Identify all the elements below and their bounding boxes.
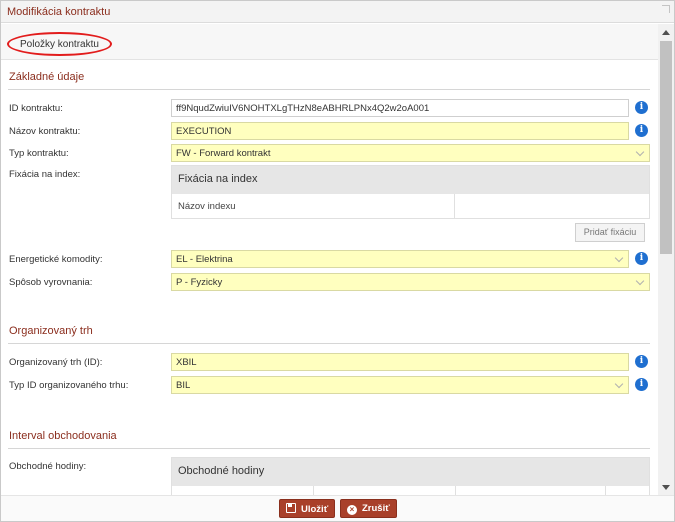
close-icon: × <box>347 505 357 515</box>
market-type-label: Typ ID organizovaného trhu: <box>9 380 129 391</box>
info-icon[interactable]: i <box>635 124 648 137</box>
grid-column-header[interactable] <box>456 486 606 495</box>
settlement-select[interactable]: P - Fyzicky <box>171 273 650 291</box>
trading-hours-grid-title: Obchodné hodiny <box>172 458 649 485</box>
commodities-select[interactable]: EL - Elektrina <box>171 250 629 268</box>
contract-name-label: Názov kontraktu: <box>9 126 81 137</box>
settlement-value: P - Fyzicky <box>176 277 223 288</box>
grid-column-header[interactable] <box>172 486 314 495</box>
trading-hours-grid: Obchodné hodiny <box>171 457 650 495</box>
save-button[interactable]: Uložiť <box>279 499 336 518</box>
section-divider <box>8 448 650 449</box>
contract-type-label: Typ kontraktu: <box>9 148 69 159</box>
info-icon[interactable]: i <box>635 378 648 391</box>
chevron-down-icon <box>635 147 645 157</box>
column-header-index-name[interactable]: Názov indexu <box>172 194 455 219</box>
index-fixation-label: Fixácia na index: <box>9 169 81 180</box>
dialog-content: Základné údaje ID kontraktu: ff9NqudZwiu… <box>1 61 658 495</box>
trading-hours-label: Obchodné hodiny: <box>9 461 87 472</box>
settlement-label: Spôsob vyrovnania: <box>9 277 93 288</box>
info-icon[interactable]: i <box>635 252 648 265</box>
contract-id-field[interactable]: ff9NqudZwiuIV6NOHTXLgTHzN8eABHRLPNx4Q2w2… <box>171 99 629 117</box>
tabs-bar: Položky kontraktu <box>1 24 658 60</box>
section-divider <box>8 89 650 90</box>
dialog-title-bar[interactable]: Modifikácia kontraktu <box>1 1 674 23</box>
dialog-title: Modifikácia kontraktu <box>7 6 111 18</box>
section-title-interval: Interval obchodovania <box>9 430 117 442</box>
contract-name-field[interactable]: EXECUTION <box>171 122 629 140</box>
market-id-field[interactable]: XBIL <box>171 353 629 371</box>
index-grid-title: Fixácia na index <box>172 166 649 193</box>
resize-icon[interactable] <box>662 5 670 13</box>
save-icon <box>286 503 296 513</box>
grid-column-header[interactable] <box>314 486 456 495</box>
market-type-select[interactable]: BIL <box>171 376 629 394</box>
grid-header-row: Názov indexu <box>172 193 649 219</box>
info-icon[interactable]: i <box>635 101 648 114</box>
market-type-value: BIL <box>176 380 191 391</box>
tab-contract-items[interactable]: Položky kontraktu <box>7 32 112 56</box>
scrollbar-thumb[interactable] <box>660 41 672 254</box>
contract-id-label: ID kontraktu: <box>9 103 63 114</box>
grid-header-row <box>172 485 649 495</box>
scroll-down-icon[interactable] <box>662 485 670 490</box>
cancel-button[interactable]: × Zrušiť <box>340 499 397 518</box>
chevron-down-icon <box>614 253 624 263</box>
chevron-down-icon <box>635 276 645 286</box>
info-icon[interactable]: i <box>635 355 648 368</box>
commodities-value: EL - Elektrina <box>176 254 233 265</box>
add-fixation-button[interactable]: Pridať fixáciu <box>575 223 645 242</box>
vertical-scrollbar[interactable] <box>658 24 674 495</box>
section-title-market: Organizovaný trh <box>9 325 93 337</box>
cancel-button-label: Zrušiť <box>362 503 390 514</box>
dialog-footer: Uložiť × Zrušiť <box>1 495 674 521</box>
contract-type-value: FW - Forward kontrakt <box>176 148 271 159</box>
contract-type-select[interactable]: FW - Forward kontrakt <box>171 144 650 162</box>
scroll-up-icon[interactable] <box>662 30 670 35</box>
save-button-label: Uložiť <box>301 504 329 515</box>
market-id-label: Organizovaný trh (ID): <box>9 357 103 368</box>
index-fixation-grid: Fixácia na index Názov indexu <box>171 165 650 219</box>
section-divider <box>8 343 650 344</box>
chevron-down-icon <box>614 379 624 389</box>
section-title-basic: Základné údaje <box>9 71 85 83</box>
contract-dialog: Modifikácia kontraktu Položky kontraktu … <box>0 0 675 522</box>
commodities-label: Energetické komodity: <box>9 254 103 265</box>
